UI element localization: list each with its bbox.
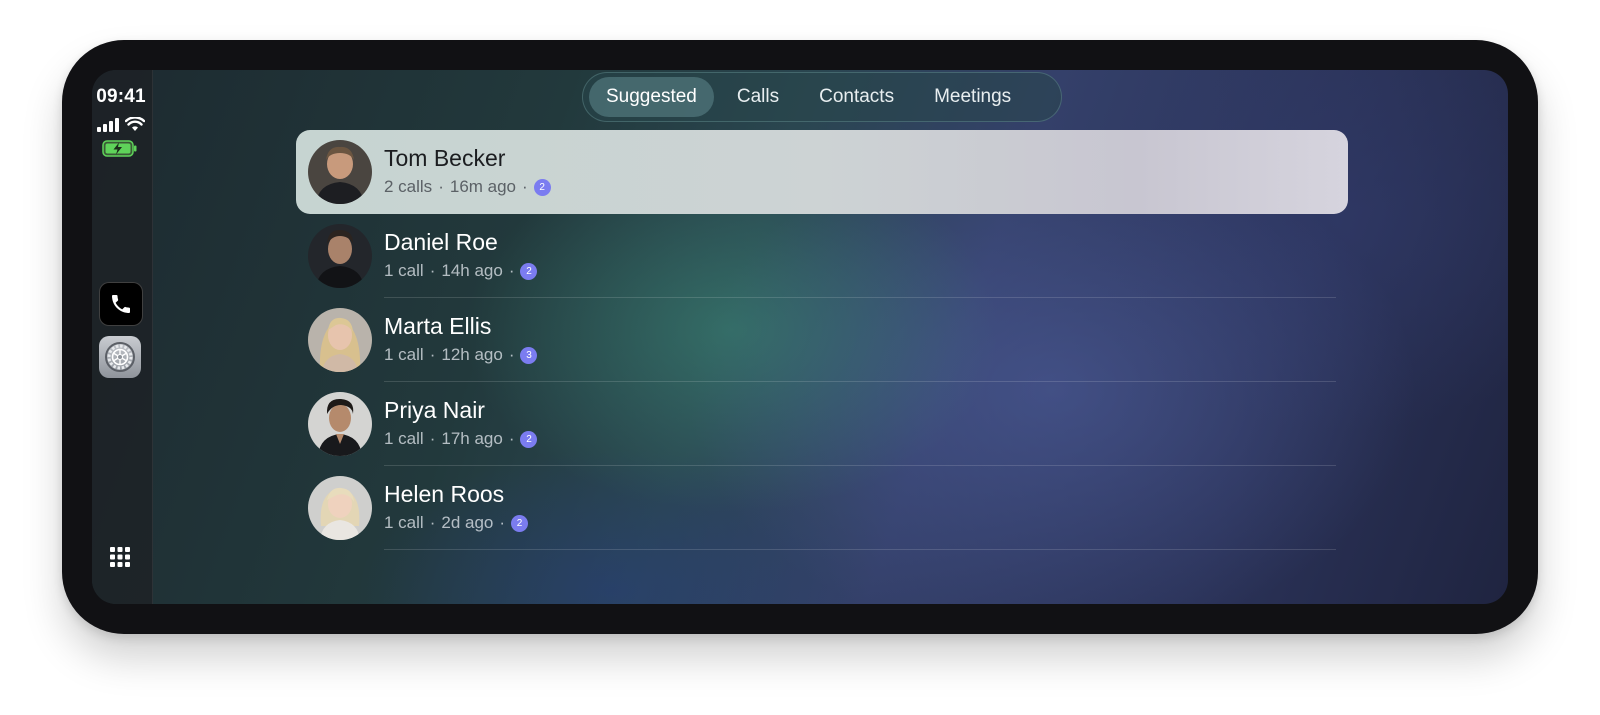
- app-grid-icon[interactable]: [109, 546, 131, 568]
- tab-bar: Suggested Calls Contacts Meetings: [582, 72, 1062, 122]
- contact-name: Tom Becker: [384, 145, 506, 171]
- call-time: 12h ago: [441, 345, 503, 364]
- wifi-icon: [125, 117, 145, 131]
- call-summary: 1 call · 14h ago · 2: [384, 261, 538, 281]
- contact-name: Priya Nair: [384, 397, 485, 423]
- device-frame: 09:41 Suggested Calls Contacts Meetings …: [62, 40, 1538, 634]
- list-item[interactable]: Tom Becker 2 calls · 16m ago · 2: [296, 130, 1348, 214]
- list-item[interactable]: Priya Nair 1 call · 17h ago · 2: [296, 382, 1348, 466]
- separator: ·: [429, 513, 436, 532]
- avatar: [308, 308, 372, 372]
- list-item[interactable]: Helen Roos 1 call · 2d ago · 2: [296, 466, 1348, 550]
- settings-app-button[interactable]: [99, 336, 141, 378]
- carplay-screen: 09:41 Suggested Calls Contacts Meetings …: [92, 70, 1508, 604]
- row-divider: [384, 549, 1336, 550]
- call-count: 1 call: [384, 345, 424, 364]
- tab-contacts[interactable]: Contacts: [802, 77, 911, 117]
- count-badge: 2: [520, 430, 538, 448]
- call-summary: 1 call · 12h ago · 3: [384, 345, 538, 365]
- call-count: 1 call: [384, 513, 424, 532]
- avatar: [308, 392, 372, 456]
- avatar: [308, 476, 372, 540]
- call-time: 16m ago: [449, 177, 517, 196]
- call-summary: 1 call · 2d ago · 2: [384, 513, 529, 533]
- contact-name: Daniel Roe: [384, 229, 498, 255]
- separator: ·: [429, 429, 436, 448]
- count-badge: 3: [520, 346, 538, 364]
- list-item[interactable]: Daniel Roe 1 call · 14h ago · 2: [296, 214, 1348, 298]
- separator: ·: [438, 177, 444, 196]
- tab-meetings[interactable]: Meetings: [917, 77, 1028, 117]
- status-icons: [92, 112, 150, 132]
- phone-app-button[interactable]: [99, 282, 143, 326]
- call-summary: 1 call · 17h ago · 2: [384, 429, 538, 449]
- count-badge: 2: [520, 262, 538, 280]
- separator: ·: [508, 261, 515, 280]
- count-badge: 2: [533, 178, 551, 196]
- gear-icon: [105, 342, 135, 372]
- call-count: 1 call: [384, 429, 424, 448]
- battery-icon: [102, 140, 138, 162]
- suggested-list: Tom Becker 2 calls · 16m ago · 2 Daniel …: [296, 130, 1348, 550]
- call-summary: 2 calls · 16m ago · 2: [384, 177, 551, 197]
- call-count: 1 call: [384, 261, 424, 280]
- separator: ·: [499, 513, 506, 532]
- separator: ·: [429, 345, 436, 364]
- list-item[interactable]: Marta Ellis 1 call · 12h ago · 3: [296, 298, 1348, 382]
- avatar: [308, 224, 372, 288]
- contact-name: Helen Roos: [384, 481, 505, 507]
- status-time: 09:41: [96, 86, 146, 107]
- separator: ·: [522, 177, 528, 196]
- sidebar: 09:41: [92, 70, 153, 604]
- call-time: 2d ago: [441, 513, 494, 532]
- call-count: 2 calls: [384, 177, 433, 196]
- call-time: 17h ago: [441, 429, 503, 448]
- phone-icon: [112, 295, 130, 313]
- contact-name: Marta Ellis: [384, 313, 492, 339]
- tab-suggested[interactable]: Suggested: [589, 77, 714, 117]
- separator: ·: [508, 345, 515, 364]
- separator: ·: [508, 429, 515, 448]
- signal-icon: [97, 118, 119, 132]
- count-badge: 2: [511, 514, 529, 532]
- tab-calls[interactable]: Calls: [720, 77, 796, 117]
- avatar: [308, 140, 372, 204]
- separator: ·: [429, 261, 436, 280]
- call-time: 14h ago: [441, 261, 503, 280]
